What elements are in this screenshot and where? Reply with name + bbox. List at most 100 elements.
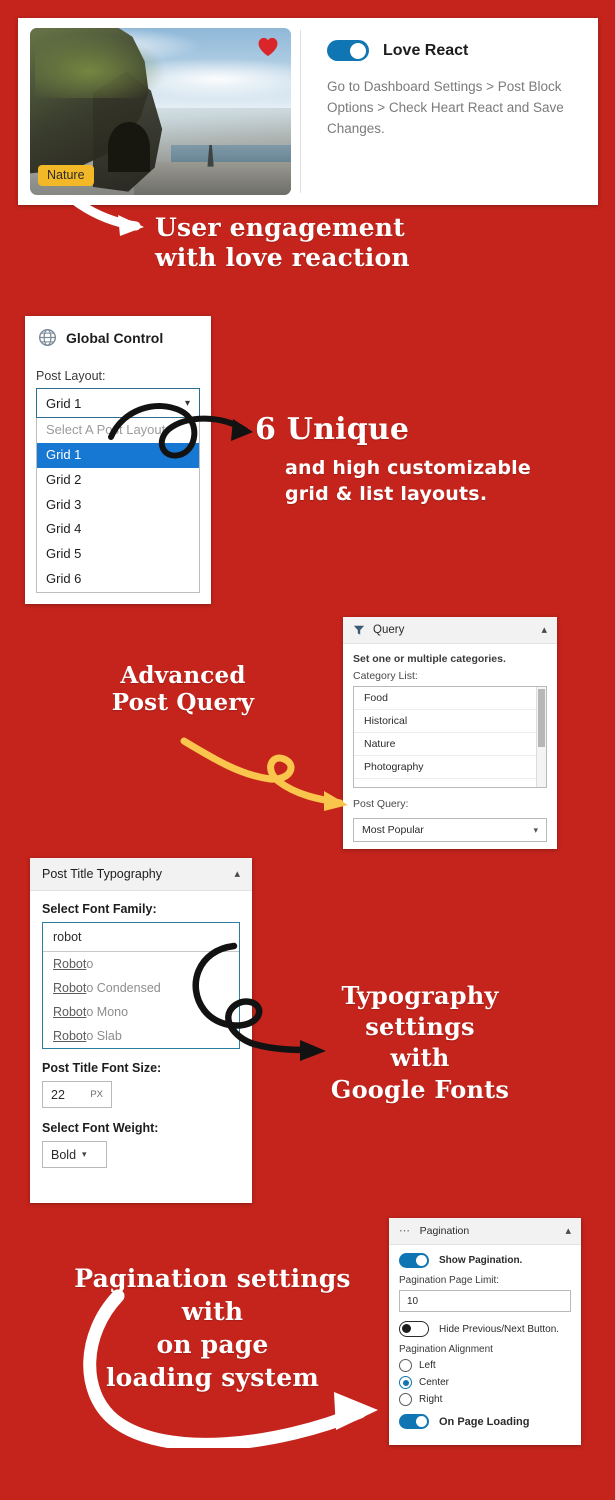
hide-prev-next-label: Hide Previous/Next Button. <box>439 1323 560 1335</box>
post-layout-select[interactable]: Grid 1 ▾ <box>36 388 200 418</box>
category-item[interactable]: Historical <box>354 710 546 733</box>
on-page-loading-row: On Page Loading <box>399 1414 571 1429</box>
radio-icon[interactable] <box>399 1393 412 1406</box>
love-react-toggle[interactable] <box>327 40 369 61</box>
font-family-autocomplete[interactable]: robot Roboto Roboto Condensed Roboto Mon… <box>42 922 240 1049</box>
globe-icon <box>38 328 57 347</box>
love-react-panel: Nature Love React Go to Dashboard Settin… <box>18 18 598 205</box>
ellipsis-icon: ⋯ <box>399 1224 412 1237</box>
hide-prev-next-row: Hide Previous/Next Button. <box>399 1321 571 1337</box>
annotation-line: User engagement <box>155 213 405 242</box>
suggestion-rest: o <box>86 957 94 971</box>
post-thumbnail-image: Nature <box>30 28 291 195</box>
alignment-option-right[interactable]: Right <box>399 1393 571 1406</box>
alignment-label: Pagination Alignment <box>399 1344 493 1355</box>
suggestion-match: Robot <box>53 1005 87 1019</box>
annotation-typography-settings: Typography settings with Google Fonts <box>300 980 540 1105</box>
love-react-help-text: Go to Dashboard Settings > Post Block Op… <box>327 79 564 136</box>
hide-prev-next-toggle[interactable] <box>399 1321 429 1337</box>
category-list-scrollbar[interactable] <box>536 687 546 787</box>
suggestion-match: Robot <box>53 957 87 971</box>
pagination-panel-body: Show Pagination. Pagination Page Limit: … <box>389 1245 581 1445</box>
suggestion-match: Robot <box>53 1029 87 1043</box>
category-item[interactable]: Food <box>354 687 546 710</box>
query-panel-header[interactable]: Query ▴ <box>343 617 557 644</box>
post-layout-option[interactable]: Grid 4 <box>37 517 199 542</box>
post-layout-option[interactable]: Grid 1 <box>37 442 199 468</box>
annotation-line: with <box>181 1297 244 1326</box>
annotation-pagination-settings: Pagination settings with on page loading… <box>40 1262 385 1394</box>
annotation-line: loading system <box>105 1363 320 1392</box>
post-layout-option[interactable]: Grid 2 <box>37 468 199 493</box>
category-list[interactable]: Food Historical Nature Photography <box>353 686 547 788</box>
font-weight-select[interactable]: Bold ▾ <box>42 1141 107 1168</box>
query-panel-body: Set one or multiple categories. Category… <box>343 644 557 852</box>
chevron-down-icon: ▾ <box>533 824 538 835</box>
show-pagination-label: Show Pagination. <box>439 1255 523 1266</box>
font-family-input[interactable]: robot <box>43 923 239 952</box>
font-suggestion-item[interactable]: Roboto Slab <box>43 1024 239 1048</box>
annotation-line: grid & list layouts. <box>285 482 488 505</box>
pagination-panel-header[interactable]: ⋯ Pagination ▴ <box>389 1218 581 1245</box>
category-item[interactable]: Photography <box>354 756 546 779</box>
post-layout-label: Post Layout: <box>36 369 106 383</box>
annotation-line: Typography <box>341 981 499 1010</box>
global-control-body: Post Layout: Grid 1 ▾ Select A Post Layo… <box>25 353 211 603</box>
font-suggestion-item[interactable]: Roboto Condensed <box>43 976 239 1000</box>
global-control-title: Global Control <box>66 329 164 346</box>
annotation-line: Pagination settings <box>74 1264 351 1293</box>
font-suggestion-item[interactable]: Roboto <box>43 952 239 976</box>
pagination-panel: ⋯ Pagination ▴ Show Pagination. Paginati… <box>389 1218 581 1445</box>
post-layout-option-list[interactable]: Select A Post Layout Grid 1 Grid 2 Grid … <box>36 418 200 593</box>
annotation-six-unique-headline: 6 Unique <box>255 412 410 447</box>
post-layout-option[interactable]: Grid 6 <box>37 567 199 592</box>
annotation-line: Google Fonts <box>330 1074 510 1104</box>
alignment-option-left[interactable]: Left <box>399 1359 571 1372</box>
chevron-up-icon[interactable]: ▴ <box>234 868 240 880</box>
toggle-knob <box>416 1255 427 1266</box>
typography-panel: Post Title Typography ▴ Select Font Fami… <box>30 858 252 1203</box>
suggestion-rest: o Slab <box>86 1029 122 1043</box>
heart-icon[interactable] <box>257 37 279 57</box>
typography-panel-header[interactable]: Post Title Typography ▴ <box>30 858 252 891</box>
font-weight-label: Select Font Weight: <box>42 1121 159 1135</box>
alignment-option-label: Right <box>419 1394 443 1405</box>
post-layout-option[interactable]: Grid 3 <box>37 493 199 518</box>
post-card-preview: Nature <box>18 18 300 205</box>
photo-arch <box>108 121 151 172</box>
post-layout-option[interactable]: Select A Post Layout <box>37 418 199 443</box>
radio-icon[interactable] <box>399 1376 412 1389</box>
chevron-up-icon[interactable]: ▴ <box>565 1225 571 1237</box>
chevron-up-icon[interactable]: ▴ <box>541 624 547 636</box>
radio-icon[interactable] <box>399 1359 412 1372</box>
font-size-unit: PX <box>90 1089 103 1100</box>
global-control-panel: Global Control Post Layout: Grid 1 ▾ Sel… <box>25 316 211 604</box>
font-size-input[interactable]: 22 PX <box>42 1081 112 1108</box>
page-limit-input[interactable]: 10 <box>399 1290 571 1312</box>
post-query-select[interactable]: Most Popular ▾ <box>353 818 547 842</box>
category-list-label: Category List: <box>353 670 418 682</box>
category-tag-badge[interactable]: Nature <box>38 165 94 186</box>
alignment-option-center[interactable]: Center <box>399 1376 571 1389</box>
on-page-loading-toggle[interactable] <box>399 1414 429 1429</box>
scrollbar-thumb[interactable] <box>538 689 545 747</box>
show-pagination-toggle[interactable] <box>399 1253 429 1268</box>
yellow-curl-arrow-icon <box>180 737 348 811</box>
love-react-settings: Love React Go to Dashboard Settings > Po… <box>301 18 598 205</box>
infographic-canvas: Nature Love React Go to Dashboard Settin… <box>0 0 615 1500</box>
photo-grass <box>35 31 171 99</box>
suggestion-rest: o Mono <box>86 1005 129 1019</box>
toggle-knob <box>350 42 366 59</box>
annotation-advanced-post-query: Advanced Post Query <box>98 662 268 716</box>
post-layout-option[interactable]: Grid 5 <box>37 542 199 567</box>
font-weight-value: Bold <box>51 1147 77 1162</box>
font-suggestion-item[interactable]: Roboto Mono <box>43 1000 239 1024</box>
typography-panel-body: Select Font Family: robot Roboto Roboto … <box>30 891 252 1180</box>
post-layout-selected-value: Grid 1 <box>46 395 82 411</box>
annotation-line: Post Query <box>111 689 255 717</box>
chevron-down-icon: ▾ <box>82 1149 87 1159</box>
suggestion-match: Robot <box>53 981 87 995</box>
query-note: Set one or multiple categories. <box>353 653 506 665</box>
category-item[interactable]: Nature <box>354 733 546 756</box>
annotation-line: settings <box>365 1012 475 1042</box>
